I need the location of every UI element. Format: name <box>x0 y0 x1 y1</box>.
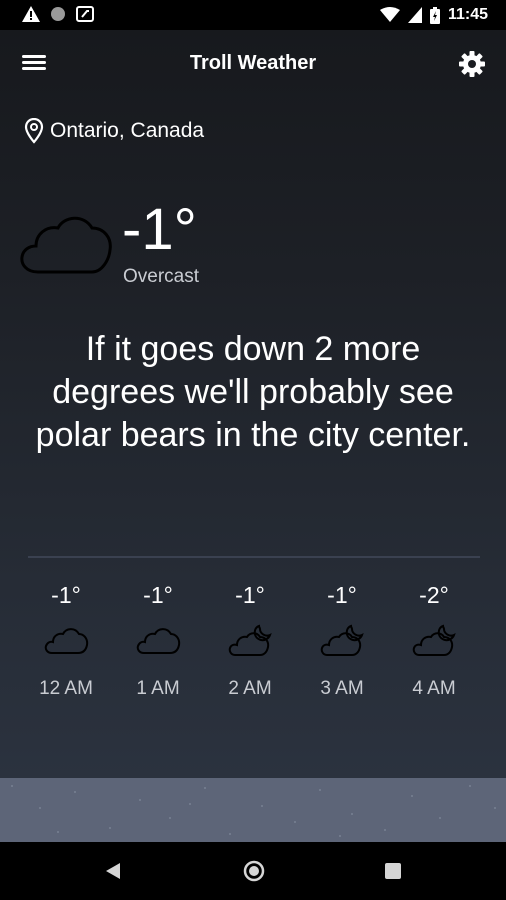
hourly-time: 1 AM <box>136 678 180 699</box>
hourly-time: 3 AM <box>320 678 364 699</box>
location[interactable]: Ontario, Canada <box>24 118 204 144</box>
media-icon <box>76 6 94 22</box>
gear-icon <box>459 51 485 77</box>
navigation-bar <box>0 842 506 900</box>
settings-button[interactable] <box>458 50 486 78</box>
hourly-item: -1° 3 AM <box>296 580 388 700</box>
app-bar: Troll Weather <box>0 30 506 100</box>
hourly-item: -1° 1 AM <box>112 580 204 700</box>
current-condition: Overcast <box>123 266 200 287</box>
hourly-item: -1° 12 AM <box>20 580 112 700</box>
hourly-temperature: -1° <box>51 582 81 608</box>
circle-icon <box>51 7 65 21</box>
cloud-icon <box>135 624 181 658</box>
hourly-time: 2 AM <box>228 678 272 699</box>
status-bar: 11:45 <box>0 0 506 30</box>
app-title: Troll Weather <box>189 52 317 74</box>
hourly-time: 4 AM <box>412 678 456 699</box>
background-band <box>0 778 506 842</box>
wifi-icon <box>379 7 400 22</box>
hourly-temperature: -1° <box>327 582 357 608</box>
weather-quote: If it goes down 2 more degrees we'll pro… <box>35 330 471 454</box>
clock: 11:45 <box>447 6 488 23</box>
system-icons: 11:45 <box>379 6 488 24</box>
current-temperature: -1° <box>122 197 197 262</box>
location-label: Ontario, Canada <box>50 119 205 142</box>
hourly-temperature: -2° <box>419 582 449 608</box>
hourly-time: 12 AM <box>39 678 93 699</box>
cloud-icon <box>18 208 114 281</box>
cloud-moon-icon <box>411 624 457 658</box>
divider <box>28 556 480 558</box>
back-icon[interactable] <box>104 862 122 880</box>
hourly-item: -2° 4 AM <box>388 580 480 700</box>
location-pin-icon <box>24 118 44 144</box>
signal-icon <box>407 7 422 23</box>
notification-icons <box>22 6 94 22</box>
warning-icon <box>22 6 40 22</box>
recent-apps-icon[interactable] <box>385 863 401 879</box>
hourly-forecast: -1° 12 AM -1° 1 AM -1° 2 AM -1° 3 AM -2°… <box>20 580 480 700</box>
hourly-temperature: -1° <box>235 582 265 608</box>
battery-icon <box>429 6 440 24</box>
hourly-temperature: -1° <box>143 582 173 608</box>
cloud-moon-icon <box>227 624 273 658</box>
cloud-moon-icon <box>319 624 365 658</box>
home-icon[interactable] <box>243 860 265 882</box>
hourly-item: -1° 2 AM <box>204 580 296 700</box>
cloud-icon <box>43 624 89 658</box>
